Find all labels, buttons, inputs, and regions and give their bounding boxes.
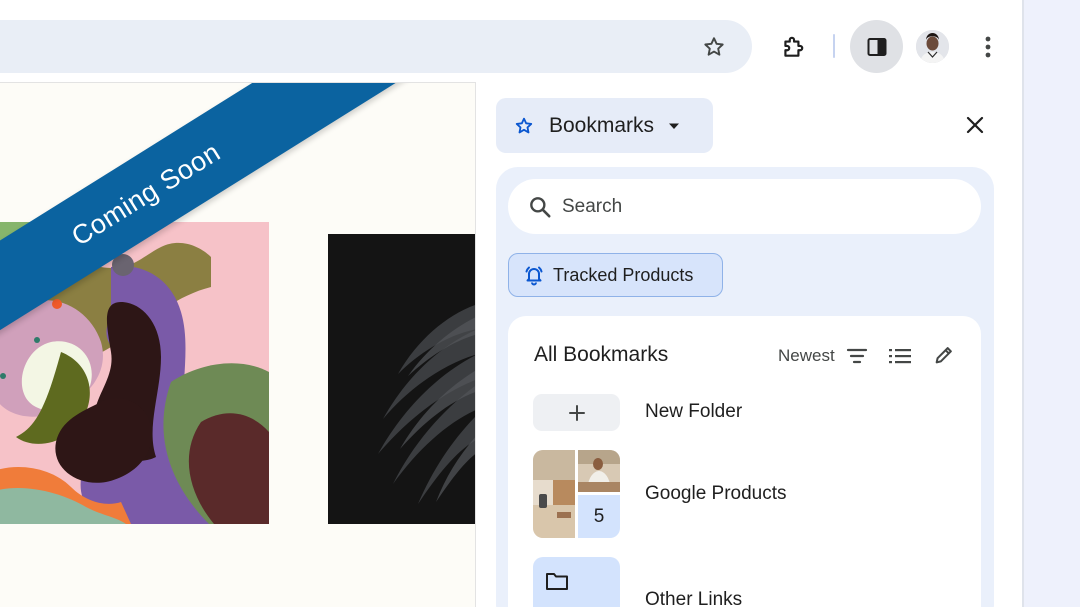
side-panel-icon (867, 37, 886, 56)
side-panel-title: Bookmarks (549, 113, 655, 137)
close-side-panel-button[interactable] (958, 108, 992, 142)
plus-icon (568, 404, 585, 421)
wing-photo-image (328, 234, 475, 524)
tracked-products-chip[interactable]: Tracked Products (508, 253, 723, 297)
side-panel-selector[interactable]: Bookmarks (496, 98, 713, 153)
sort-filter-button[interactable] (845, 345, 869, 367)
sort-button[interactable]: Newest (778, 346, 835, 366)
chrome-menu-button[interactable] (974, 32, 1002, 62)
profile-avatar[interactable] (916, 30, 949, 63)
caret-down-icon (668, 122, 680, 130)
folder-item-count: 5 (578, 495, 620, 538)
search-icon (527, 194, 553, 220)
folder-icon (545, 571, 569, 591)
chip-label: Tracked Products (553, 264, 694, 285)
bell-ring-icon (522, 263, 546, 287)
other-links-thumbnail[interactable] (533, 557, 620, 607)
search-input[interactable] (562, 195, 942, 218)
filter-lines-icon (846, 348, 868, 364)
google-products-label[interactable]: Google Products (645, 483, 787, 505)
view-toggle-button[interactable] (887, 345, 913, 367)
pencil-icon (935, 347, 952, 364)
new-folder-label[interactable]: New Folder (645, 401, 742, 423)
other-links-label[interactable]: Other Links (645, 589, 742, 607)
bookmark-star-button[interactable] (696, 29, 732, 65)
close-icon (966, 116, 984, 134)
toolbar-divider (833, 34, 835, 58)
star-outline-icon (704, 37, 724, 56)
bookmark-star-icon (514, 116, 534, 136)
bookmark-search-box[interactable] (508, 179, 981, 234)
window-edge (1022, 0, 1024, 607)
product-photo-image (533, 450, 575, 538)
abstract-artwork-image (0, 222, 269, 524)
puzzle-icon (784, 36, 804, 57)
avatar-image (916, 30, 949, 63)
section-title: All Bookmarks (534, 343, 669, 366)
new-folder-button[interactable] (533, 394, 620, 431)
google-products-thumbnail[interactable]: 5 (533, 450, 620, 538)
window-background (1024, 0, 1080, 607)
side-panel-button[interactable] (850, 20, 903, 73)
person-photo-image (578, 450, 620, 492)
edit-button[interactable] (932, 343, 956, 367)
list-view-icon (889, 349, 911, 364)
extensions-button[interactable] (774, 28, 812, 66)
three-dots-vertical-icon (985, 36, 991, 58)
address-bar[interactable] (0, 20, 752, 73)
web-page-content: Coming Soon (0, 82, 476, 607)
